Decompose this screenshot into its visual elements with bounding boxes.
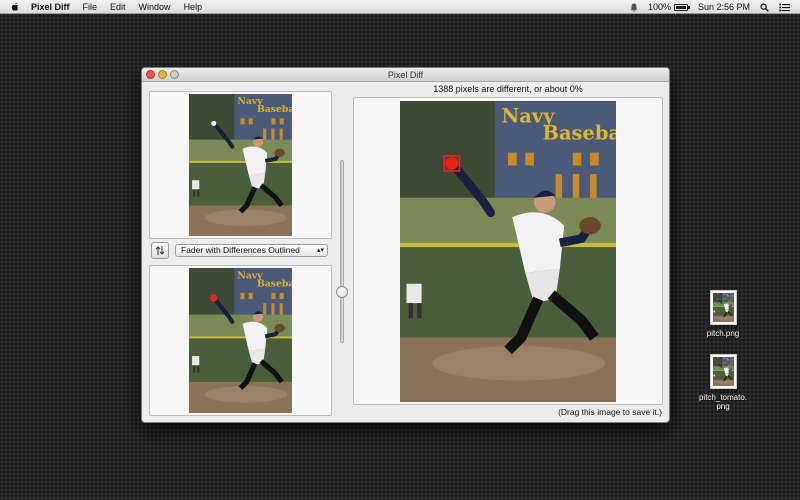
menu-file[interactable]: File [83,2,98,12]
pixel-diff-window: Pixel Diff Fader with Differences Outlin… [141,67,670,423]
image-file-icon [709,290,737,325]
fader-slider-track[interactable] [340,160,344,343]
apple-icon[interactable] [11,2,20,12]
modified-image-pane[interactable] [149,265,332,416]
result-image-pane[interactable] [353,97,663,405]
menu-edit[interactable]: Edit [110,2,126,12]
desktop-file-pitch-tomato[interactable]: pitch_tomato. png [691,354,755,411]
diff-mode-value: Fader with Differences Outlined [181,245,300,255]
battery-icon [673,3,690,11]
diff-mode-select[interactable]: Fader with Differences Outlined ▴▾ [175,244,328,257]
swap-images-button[interactable] [151,242,169,259]
close-window-button[interactable] [146,70,155,79]
result-image[interactable] [400,101,616,402]
battery-status[interactable]: 100% [647,2,690,12]
original-image-pane[interactable] [149,91,332,239]
swap-arrows-icon [155,246,165,255]
image-file-icon [709,354,737,389]
modified-image[interactable] [189,268,292,413]
spotlight-search-icon[interactable] [760,2,769,12]
minimize-window-button[interactable] [158,70,167,79]
menu-window[interactable]: Window [139,2,171,12]
fader-slider-knob[interactable] [336,285,348,298]
original-image[interactable] [189,94,292,236]
zoom-window-button[interactable] [170,70,179,79]
desktop-file-pitch[interactable]: pitch.png [691,290,755,338]
battery-percent: 100% [647,2,671,12]
menu-app-name[interactable]: Pixel Diff [31,2,70,12]
select-arrows-icon: ▴▾ [316,247,324,254]
drag-to-save-hint: (Drag this image to save it.) [558,407,662,417]
window-title: Pixel Diff [387,70,424,80]
desktop-file-label: pitch.png [706,329,740,338]
menu-help[interactable]: Help [184,2,203,12]
notification-center-icon[interactable] [779,3,790,12]
diff-summary: 1388 pixels are different, or about 0% [433,84,583,94]
notification-icon[interactable] [630,3,638,12]
desktop-file-label: pitch_tomato. png [698,393,748,411]
menu-clock[interactable]: Sun 2:56 PM [698,2,750,12]
menu-bar: Pixel Diff File Edit Window Help 100% Su… [0,0,800,14]
window-titlebar[interactable]: Pixel Diff [142,68,669,82]
